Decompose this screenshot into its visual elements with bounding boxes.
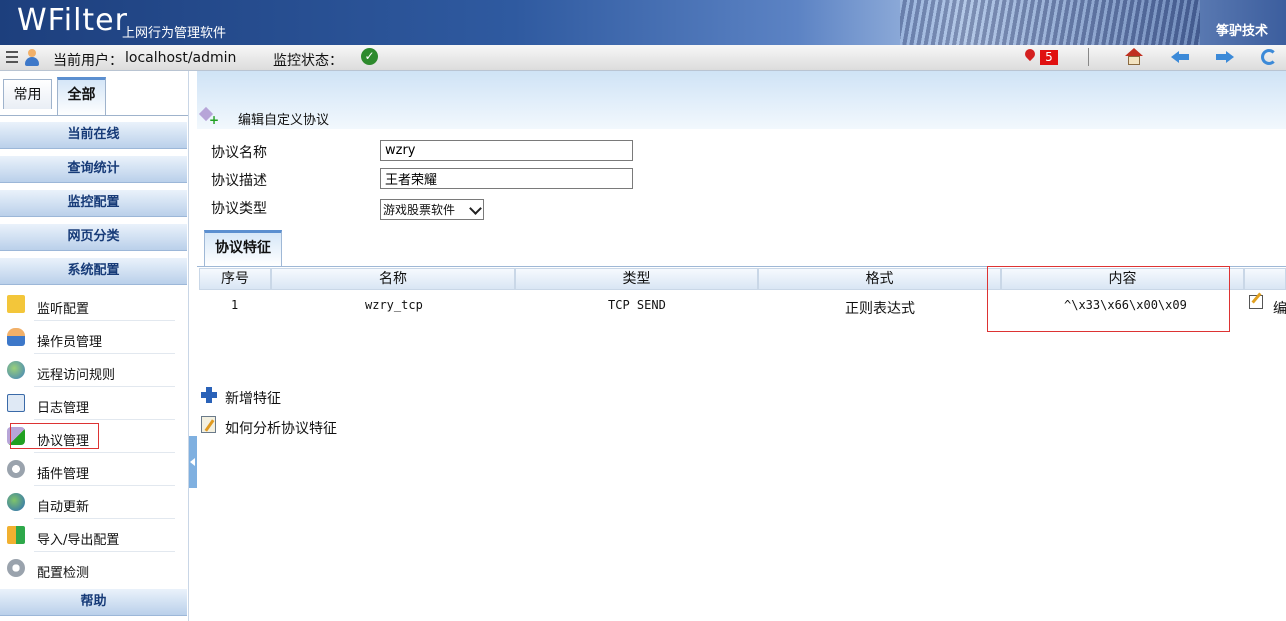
- protocol-type-value: 游戏股票软件: [383, 203, 456, 217]
- highlight-protocol-manage: [10, 423, 99, 449]
- protocol-desc-label: 协议描述: [211, 173, 267, 189]
- section-help[interactable]: 帮助: [0, 588, 187, 616]
- column-header-index[interactable]: 序号: [199, 268, 271, 290]
- alert-count-badge[interactable]: 5: [1040, 50, 1058, 65]
- sidebar-item-listen-config[interactable]: 监听配置: [0, 289, 187, 321]
- sidebar-item-log-manage[interactable]: 日志管理: [0, 388, 187, 420]
- forward-arrow-icon[interactable]: [1216, 51, 1234, 63]
- monitor-status-label: 监控状态：: [273, 53, 343, 69]
- current-user-label: 当前用户：: [53, 53, 123, 69]
- section-current-online[interactable]: 当前在线: [0, 121, 187, 149]
- sidebar-item-label: 导入/导出配置: [37, 533, 120, 548]
- log-icon: [7, 394, 25, 412]
- check-gear-icon: [7, 559, 25, 577]
- edit-icon[interactable]: [1249, 295, 1263, 309]
- chevron-down-icon: [469, 202, 482, 215]
- warning-icon: [7, 295, 25, 313]
- protocol-name-label: 协议名称: [211, 145, 267, 161]
- sidebar-item-config-check[interactable]: 配置检测: [0, 553, 187, 585]
- column-header-format[interactable]: 格式: [758, 268, 1001, 290]
- app-subtitle: 上网行为管理软件: [122, 26, 227, 41]
- column-header-name[interactable]: 名称: [271, 268, 515, 290]
- highlight-content-cell: [987, 266, 1230, 332]
- section-monitor-config[interactable]: 监控配置: [0, 189, 187, 217]
- edit-protocol-icon: +: [198, 106, 219, 127]
- menu-icon[interactable]: [6, 51, 18, 63]
- edit-link[interactable]: 编: [1273, 298, 1286, 318]
- app-logo: WFilter: [17, 3, 128, 38]
- update-globe-icon: [7, 493, 25, 511]
- cell-type: TCP SEND: [608, 298, 666, 312]
- banner-decoration: [900, 0, 1200, 45]
- section-web-category[interactable]: 网页分类: [0, 223, 187, 251]
- sidebar: 常用 全部 当前在线 查询统计 监控配置 网页分类 系统配置 监听配置 操作员管…: [0, 71, 189, 621]
- section-system-config[interactable]: 系统配置: [0, 257, 187, 285]
- section-query-stats[interactable]: 查询统计: [0, 155, 187, 183]
- sidebar-item-label: 插件管理: [37, 467, 90, 482]
- main-header: + 编辑自定义协议: [197, 71, 1286, 129]
- refresh-icon[interactable]: [1261, 49, 1277, 65]
- alert-pin-icon[interactable]: [1022, 46, 1038, 62]
- tab-divider: [0, 115, 188, 116]
- sidebar-item-label: 监听配置: [37, 302, 90, 317]
- tab-common[interactable]: 常用: [3, 79, 52, 109]
- plus-icon[interactable]: [201, 387, 217, 403]
- notepad-icon[interactable]: [201, 416, 216, 433]
- sidebar-collapse-handle[interactable]: [189, 436, 197, 488]
- column-header-action: [1244, 268, 1286, 290]
- tab-all[interactable]: 全部: [57, 77, 106, 116]
- user-icon: [7, 328, 25, 346]
- cell-format: 正则表达式: [845, 301, 915, 317]
- sidebar-item-remote-access[interactable]: 远程访问规则: [0, 355, 187, 387]
- back-arrow-icon[interactable]: [1171, 51, 1189, 63]
- import-export-icon: [7, 526, 25, 544]
- home-icon[interactable]: [1125, 48, 1143, 66]
- main-panel: + 编辑自定义协议 协议名称 协议描述 协议类型 游戏股票软件 协议特征 序号 …: [197, 71, 1286, 621]
- page-title: 编辑自定义协议: [238, 113, 330, 128]
- cell-index: 1: [231, 298, 239, 312]
- toolbar-divider: [1088, 48, 1089, 66]
- sidebar-item-label: 远程访问规则: [37, 368, 116, 383]
- sidebar-item-plugin-manage[interactable]: 插件管理: [0, 454, 187, 486]
- sidebar-item-label: 配置检测: [37, 566, 90, 581]
- sidebar-item-label: 日志管理: [37, 401, 90, 416]
- protocol-type-select[interactable]: 游戏股票软件: [380, 199, 484, 220]
- current-user: localhost/admin: [125, 50, 237, 66]
- app-banner: WFilter 上网行为管理软件 筝驴技术: [0, 0, 1286, 45]
- column-header-type[interactable]: 类型: [515, 268, 758, 290]
- status-ok-icon: ✓: [361, 48, 378, 65]
- sidebar-item-label: 操作员管理: [37, 335, 103, 350]
- tab-protocol-features[interactable]: 协议特征: [204, 230, 282, 266]
- how-to-analyze-link[interactable]: 如何分析协议特征: [225, 418, 337, 438]
- cell-name: wzry_tcp: [365, 298, 423, 312]
- plugin-gear-icon: [7, 460, 25, 478]
- user-icon: [24, 49, 40, 66]
- sidebar-item-import-export[interactable]: 导入/导出配置: [0, 520, 187, 552]
- sidebar-tabs: 常用 全部: [0, 71, 188, 119]
- status-bar: 当前用户： localhost/admin 监控状态： ✓ 5: [0, 45, 1286, 71]
- add-feature-link[interactable]: 新增特征: [225, 388, 281, 408]
- company-name: 筝驴技术: [1215, 24, 1268, 39]
- sidebar-item-label: 自动更新: [37, 500, 90, 515]
- protocol-desc-input[interactable]: [380, 168, 633, 189]
- protocol-name-input[interactable]: [380, 140, 633, 161]
- protocol-type-label: 协议类型: [211, 201, 267, 217]
- sidebar-item-auto-update[interactable]: 自动更新: [0, 487, 187, 519]
- globe-icon: [7, 361, 25, 379]
- sidebar-item-operator-manage[interactable]: 操作员管理: [0, 322, 187, 354]
